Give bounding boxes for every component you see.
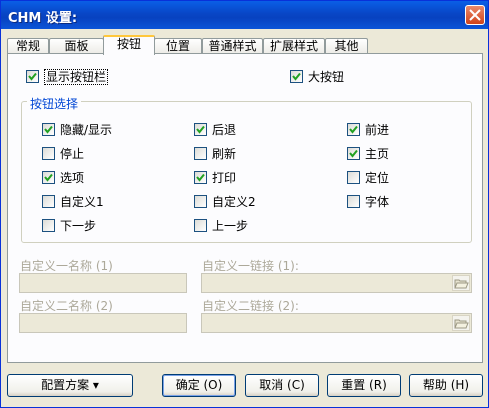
checkbox-label: 停止: [60, 147, 85, 161]
checkbox-label: 主页: [365, 147, 390, 161]
check-icon: [196, 173, 205, 182]
checkbox-label: 刷新: [212, 147, 237, 161]
browse-folder-button[interactable]: [452, 315, 470, 331]
check-icon: [349, 125, 358, 134]
tab-extended-style[interactable]: 扩展样式: [263, 38, 325, 54]
checkbox-label: 隐藏/显示: [60, 123, 113, 137]
custom2-link-label: 自定义二链接 (2):: [202, 299, 299, 313]
reset-button[interactable]: 重置 (R): [327, 374, 401, 397]
folder-icon: [454, 279, 469, 289]
browse-folder-button[interactable]: [452, 275, 470, 291]
settings-dialog: CHM 设置: 常规 面板 按钮 位置 普通样式 扩展样式 其他 显示按钮栏 大…: [0, 0, 489, 408]
custom2-name-input[interactable]: [19, 313, 187, 333]
check-icon: [28, 72, 37, 81]
close-icon: [469, 9, 481, 21]
check-icon: [292, 72, 301, 81]
check-icon: [196, 125, 205, 134]
checkbox-label: 后退: [212, 123, 237, 137]
checkbox-label: 上一步: [212, 219, 249, 233]
check-icon: [44, 125, 53, 134]
checkbox-label: 打印: [212, 171, 237, 185]
checkbox-label: 选项: [60, 171, 85, 185]
folder-icon: [454, 319, 469, 329]
custom2-link-input[interactable]: [201, 313, 472, 333]
custom1-name-label: 自定义一名称 (1): [20, 259, 113, 273]
checkbox-label: 字体: [365, 195, 390, 209]
window-title: CHM 设置:: [8, 11, 78, 26]
check-icon: [349, 149, 358, 158]
tab-normal-style[interactable]: 普通样式: [202, 38, 263, 54]
help-button[interactable]: 帮助 (H): [409, 374, 483, 397]
custom1-name-input[interactable]: [19, 273, 187, 293]
cancel-button[interactable]: 取消 (C): [245, 374, 319, 397]
checkbox-label: 自定义1: [60, 195, 104, 209]
tab-panel[interactable]: 面板: [49, 38, 104, 54]
tab-position[interactable]: 位置: [154, 38, 202, 54]
checkbox-label: 自定义2: [212, 195, 256, 209]
title-bar[interactable]: CHM 设置:: [1, 1, 488, 29]
custom1-link-input[interactable]: [201, 273, 472, 293]
custom2-name-label: 自定义二名称 (2): [20, 299, 113, 313]
custom1-link-label: 自定义一链接 (1):: [202, 259, 299, 273]
checkbox-label: 前进: [365, 123, 390, 137]
ok-button[interactable]: 确定 (O): [162, 374, 236, 397]
large-buttons-label: 大按钮: [308, 70, 345, 84]
config-scheme-button[interactable]: 配置方案 ▾: [7, 374, 133, 397]
show-toolbar-label: 显示按钮栏: [44, 69, 109, 85]
close-button[interactable]: [465, 5, 485, 25]
check-icon: [44, 173, 53, 182]
checkbox-label: 定位: [365, 171, 390, 185]
tab-general[interactable]: 常规: [7, 38, 49, 54]
tab-other[interactable]: 其他: [325, 38, 368, 54]
group-title: 按钮选择: [27, 95, 82, 112]
checkbox-label: 下一步: [60, 219, 97, 233]
tab-buttons[interactable]: 按钮: [103, 35, 155, 55]
